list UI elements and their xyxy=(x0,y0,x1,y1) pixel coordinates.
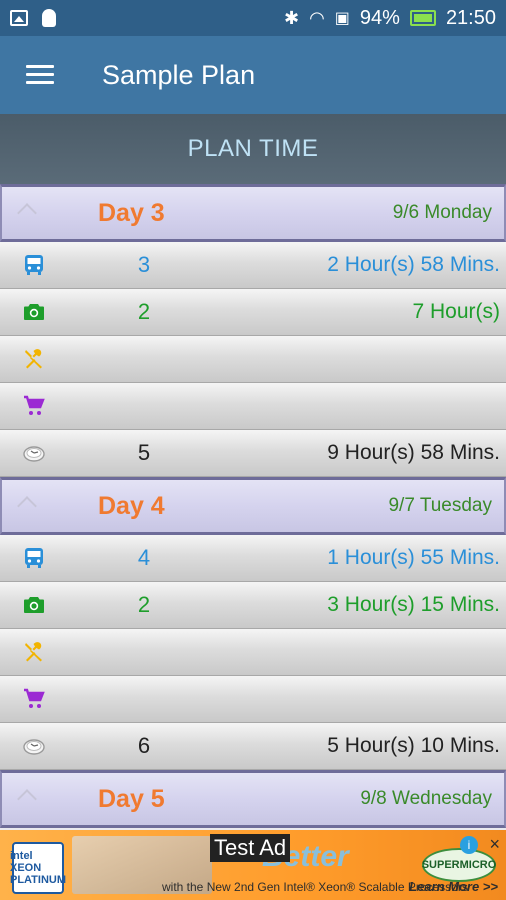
plan-item-row[interactable] xyxy=(0,336,506,383)
day-header[interactable]: Day 5 9/8 Wednesday xyxy=(0,770,506,828)
day-header[interactable]: Day 4 9/7 Tuesday xyxy=(0,477,506,535)
collapse-chevron-icon[interactable] xyxy=(17,496,37,516)
item-count: 6 xyxy=(137,733,151,758)
ad-chip-logo: intel XEON PLATINUM xyxy=(10,842,66,894)
item-count: 3 xyxy=(137,252,151,277)
plan-item-row[interactable]: 5 9 Hour(s) 58 Mins. xyxy=(0,430,506,477)
plan-item-row[interactable]: 6 5 Hour(s) 10 Mins. xyxy=(0,723,506,770)
day-label: Day 3 xyxy=(98,198,165,227)
battery-icon xyxy=(409,10,436,26)
camera-icon xyxy=(22,300,46,324)
day-date: 9/8 Wednesday xyxy=(360,788,492,809)
wifi-icon: ◠ xyxy=(309,7,325,28)
ad-cta[interactable]: Learn More >> xyxy=(409,879,498,894)
day-date: 9/6 Monday xyxy=(392,202,492,223)
shopping-cart-icon xyxy=(22,687,46,711)
item-count: 4 xyxy=(137,545,151,570)
plan-item-row[interactable]: 3 2 Hour(s) 58 Mins. xyxy=(0,242,506,289)
bus-icon xyxy=(22,253,46,277)
clock-icon xyxy=(22,441,46,465)
status-bar: ✱ ◠ ▣ 94% 21:50 xyxy=(0,0,506,36)
bus-icon xyxy=(22,546,46,570)
day-label: Day 4 xyxy=(98,491,165,520)
no-sim-icon: ▣ xyxy=(334,10,350,27)
plan-item-row[interactable] xyxy=(0,676,506,723)
collapse-chevron-icon[interactable] xyxy=(17,789,37,809)
clock-icon xyxy=(22,734,46,758)
battery-percent: 94% xyxy=(359,6,400,29)
item-duration: 7 Hour(s) xyxy=(412,300,500,323)
section-title: PLAN TIME xyxy=(187,135,319,162)
close-icon[interactable]: × xyxy=(489,834,500,855)
item-count: 2 xyxy=(137,299,151,324)
collapse-chevron-icon[interactable] xyxy=(17,203,37,223)
android-notification-icon xyxy=(42,9,56,27)
bluetooth-icon: ✱ xyxy=(283,7,300,28)
info-icon[interactable]: i xyxy=(460,836,478,854)
day-header[interactable]: Day 3 9/6 Monday xyxy=(0,184,506,242)
item-duration: 9 Hour(s) 58 Mins. xyxy=(327,441,500,464)
item-count: 2 xyxy=(137,592,151,617)
shopping-cart-icon xyxy=(22,394,46,418)
ad-label: Test Ad xyxy=(210,834,291,862)
ad-brand-logo: SUPERMICRO xyxy=(422,848,496,882)
app-title: Sample Plan xyxy=(102,59,256,90)
day-date: 9/7 Tuesday xyxy=(388,495,492,516)
item-duration: 3 Hour(s) 15 Mins. xyxy=(327,593,500,616)
ad-banner[interactable]: intel XEON PLATINUM Better Test Ad with … xyxy=(0,830,506,900)
camera-icon xyxy=(22,593,46,617)
plan-item-row[interactable]: 2 3 Hour(s) 15 Mins. xyxy=(0,582,506,629)
item-duration: 1 Hour(s) 55 Mins. xyxy=(327,546,500,569)
item-count: 5 xyxy=(137,440,151,465)
plan-item-row[interactable]: 2 7 Hour(s) xyxy=(0,289,506,336)
clock-time: 21:50 xyxy=(445,6,496,29)
plan-item-row[interactable] xyxy=(0,383,506,430)
item-duration: 5 Hour(s) 10 Mins. xyxy=(327,734,500,757)
menu-icon[interactable] xyxy=(26,65,54,85)
day-label: Day 5 xyxy=(98,784,165,813)
image-notification-icon xyxy=(10,10,28,26)
plan-list[interactable]: Day 3 9/6 Monday 3 2 Hour(s) 58 Mins. 2 7 Hou… xyxy=(0,184,506,830)
food-icon xyxy=(22,640,46,664)
food-icon xyxy=(22,347,46,371)
plan-item-row[interactable] xyxy=(0,629,506,676)
plan-item-row[interactable]: 4 1 Hour(s) 55 Mins. xyxy=(0,535,506,582)
item-duration: 2 Hour(s) 58 Mins. xyxy=(327,253,500,276)
section-header: PLAN TIME xyxy=(0,114,506,184)
app-bar: Sample Plan xyxy=(0,36,506,114)
